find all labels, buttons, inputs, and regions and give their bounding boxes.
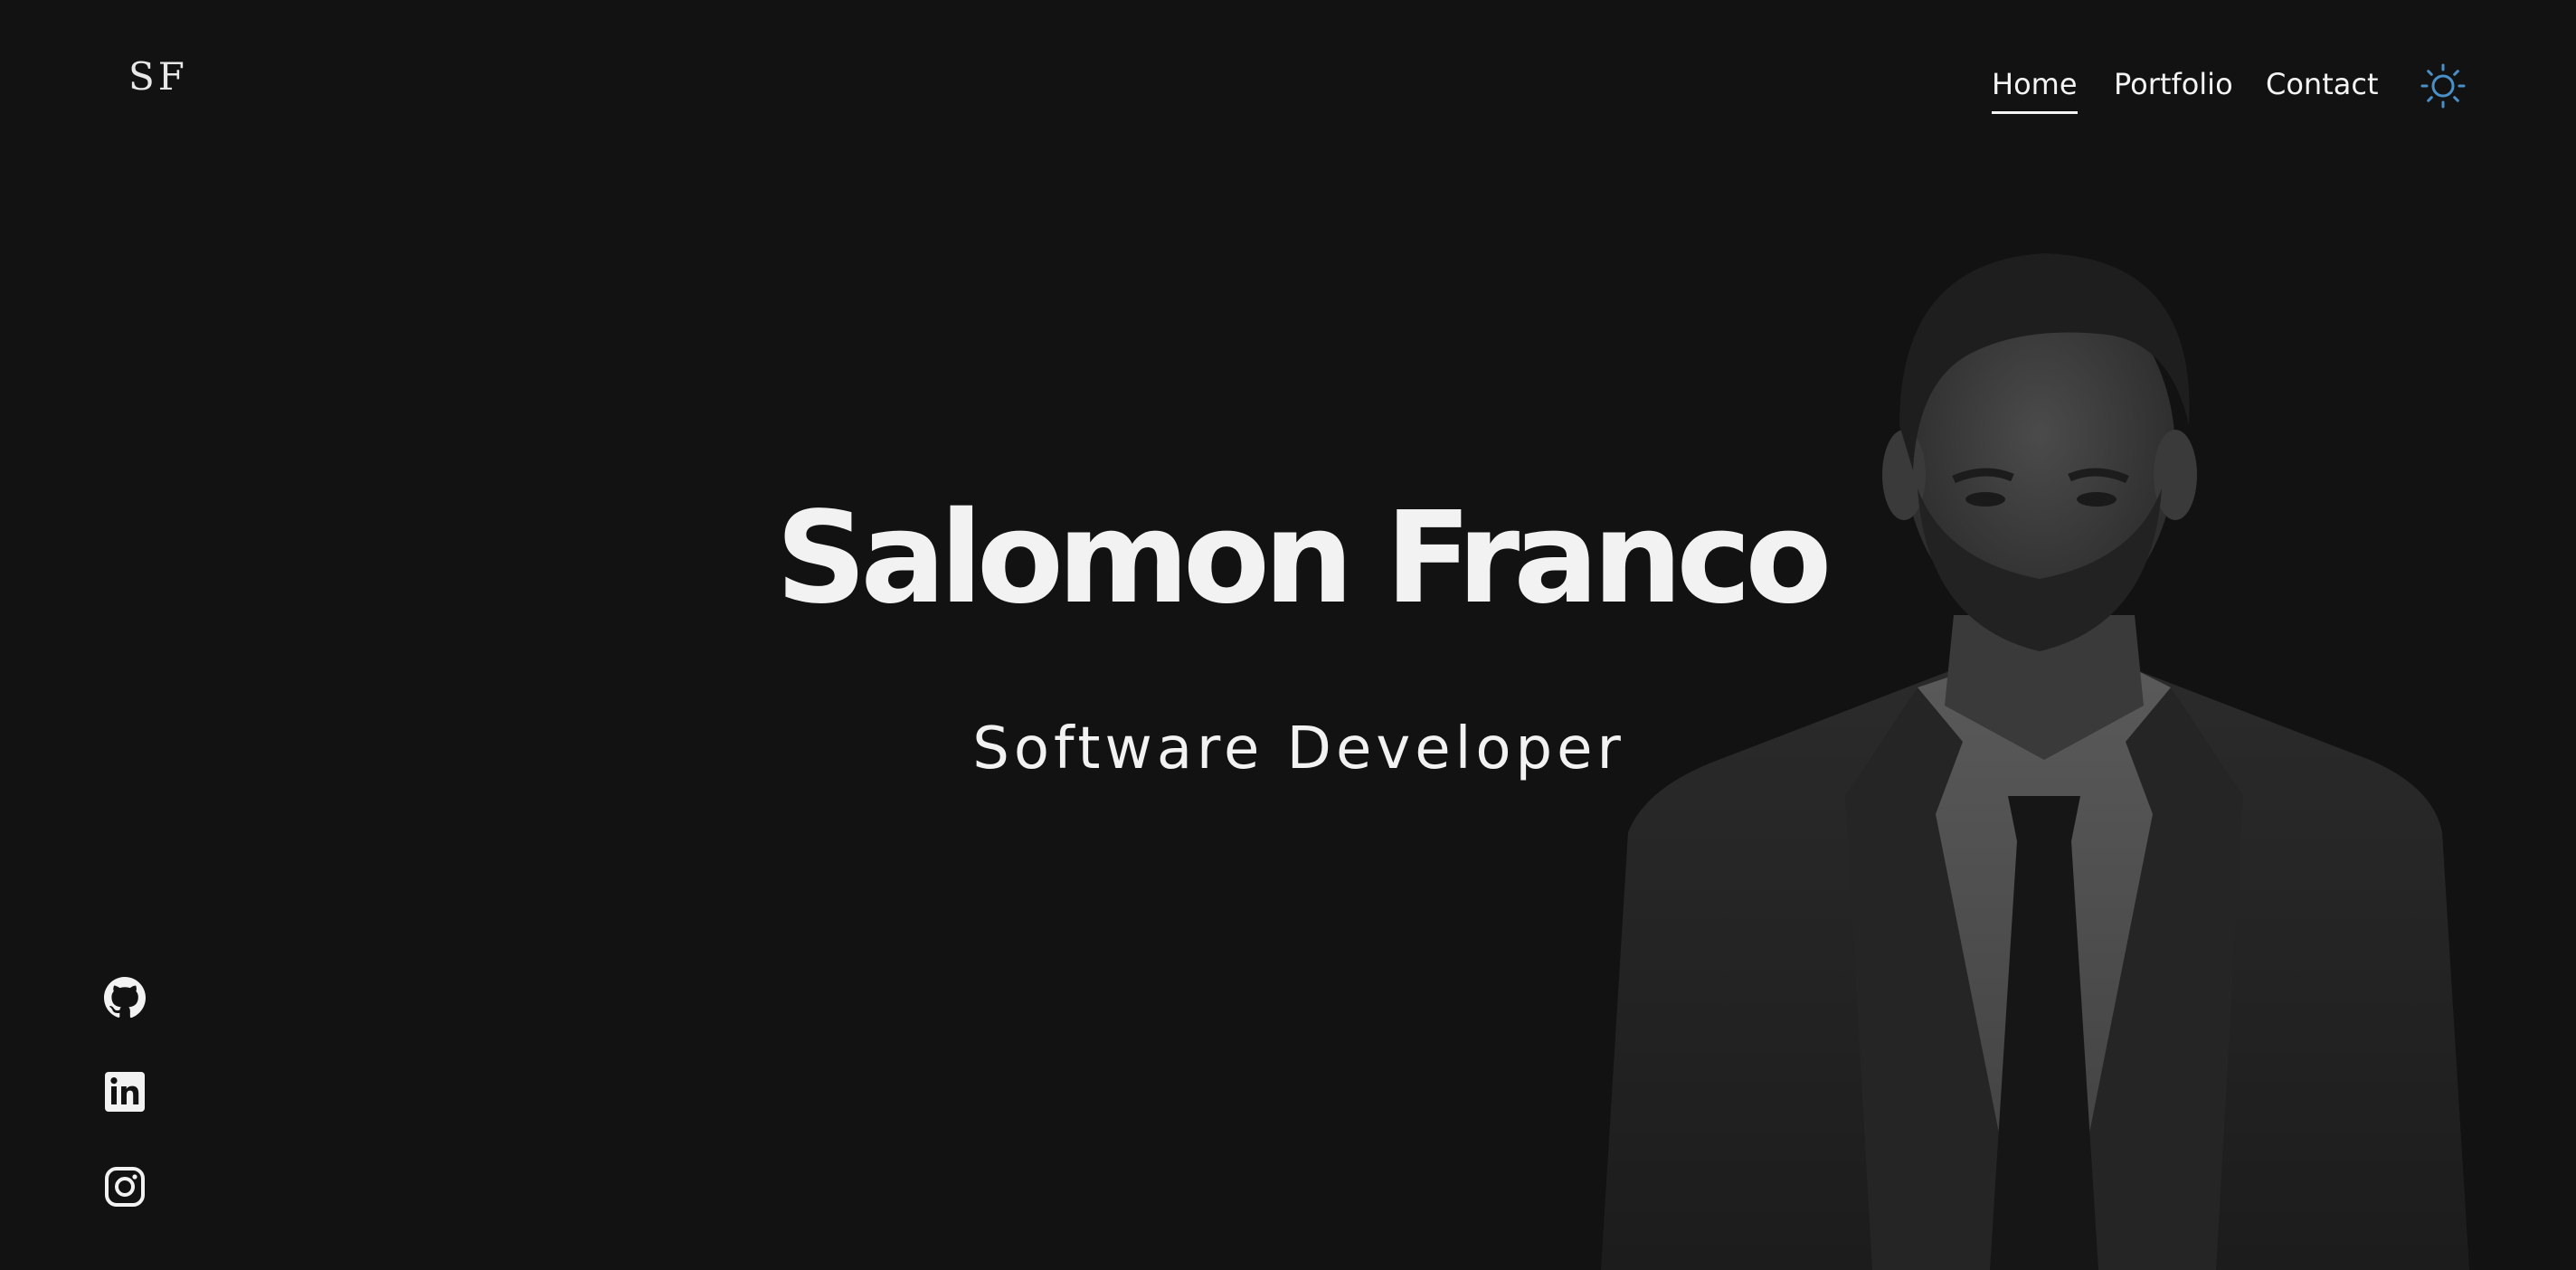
- theme-toggle-button[interactable]: [2420, 63, 2466, 109]
- instagram-link[interactable]: [103, 1165, 147, 1208]
- site-logo[interactable]: SF: [128, 54, 188, 99]
- instagram-icon: [105, 1167, 145, 1207]
- hero-role: Software Developer: [972, 716, 1625, 782]
- sun-icon: [2420, 63, 2466, 109]
- hero-name: Salomon Franco: [775, 485, 1833, 632]
- page: SF Home Portfolio Contact Salomon Franco…: [0, 0, 2576, 1270]
- github-icon: [104, 977, 146, 1019]
- nav-portfolio-link[interactable]: Portfolio: [2114, 67, 2233, 101]
- linkedin-icon: [105, 1072, 145, 1112]
- nav-home-link[interactable]: Home: [1992, 67, 2078, 114]
- github-link[interactable]: [103, 976, 147, 1019]
- nav-contact-link[interactable]: Contact: [2266, 67, 2379, 101]
- linkedin-link[interactable]: [103, 1070, 147, 1114]
